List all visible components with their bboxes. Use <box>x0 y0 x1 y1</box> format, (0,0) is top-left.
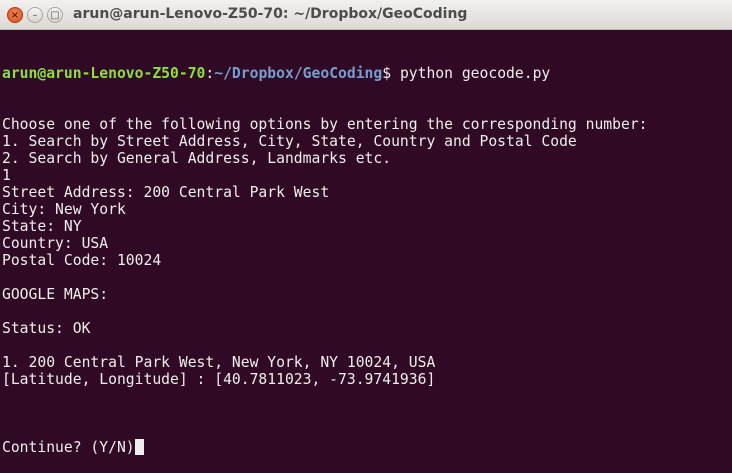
command: python geocode.py <box>399 65 551 82</box>
terminal-output[interactable]: arun@arun-Lenovo-Z50-70:~/Dropbox/GeoCod… <box>0 30 732 473</box>
prompt-symbol: $ <box>382 65 400 82</box>
maximize-button[interactable]: □ <box>47 7 63 23</box>
continue-prompt: Continue? (Y/N) <box>2 439 732 456</box>
window-titlebar: × – □ arun@arun-Lenovo-Z50-70: ~/Dropbox… <box>0 0 732 30</box>
minimize-button[interactable]: – <box>27 7 43 23</box>
continue-text: Continue? (Y/N) <box>2 439 135 456</box>
output-line: City: New York <box>2 201 126 218</box>
output-line: 1. Search by Street Address, City, State… <box>2 133 577 150</box>
output-line: [Latitude, Longitude] : [40.7811023, -73… <box>2 371 436 388</box>
output-line: Country: USA <box>2 235 109 252</box>
output-line: 1. 200 Central Park West, New York, NY 1… <box>2 354 436 371</box>
minimize-icon: – <box>32 10 38 21</box>
prompt-user: arun@arun-Lenovo-Z50-70 <box>2 65 206 82</box>
close-button[interactable]: × <box>7 7 23 23</box>
output-line: State: NY <box>2 218 82 235</box>
output-line: 1 <box>2 167 11 184</box>
close-icon: × <box>10 10 20 21</box>
window-title: arun@arun-Lenovo-Z50-70: ~/Dropbox/GeoCo… <box>73 6 468 22</box>
output-line: Street Address: 200 Central Park West <box>2 184 330 201</box>
output-line: GOOGLE MAPS: <box>2 286 109 303</box>
cursor <box>134 439 144 455</box>
output-line: Postal Code: 10024 <box>2 252 162 269</box>
output-line: 2. Search by General Address, Landmarks … <box>2 150 392 167</box>
output-line: Choose one of the following options by e… <box>2 116 648 133</box>
prompt-path: ~/Dropbox/GeoCoding <box>214 65 383 82</box>
prompt-sep: : <box>205 65 215 82</box>
prompt-line: arun@arun-Lenovo-Z50-70:~/Dropbox/GeoCod… <box>2 65 732 82</box>
output-line: Status: OK <box>2 320 91 337</box>
maximize-icon: □ <box>50 10 60 21</box>
